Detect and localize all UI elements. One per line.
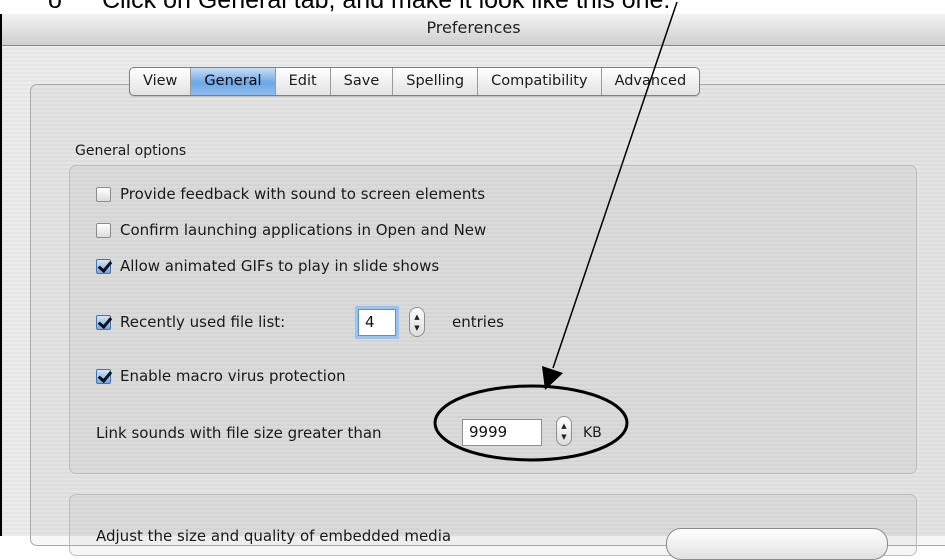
annotation-overlay [433, 1, 678, 462]
annotation-arrow-line [552, 1, 678, 369]
annotation-circle [433, 384, 629, 462]
